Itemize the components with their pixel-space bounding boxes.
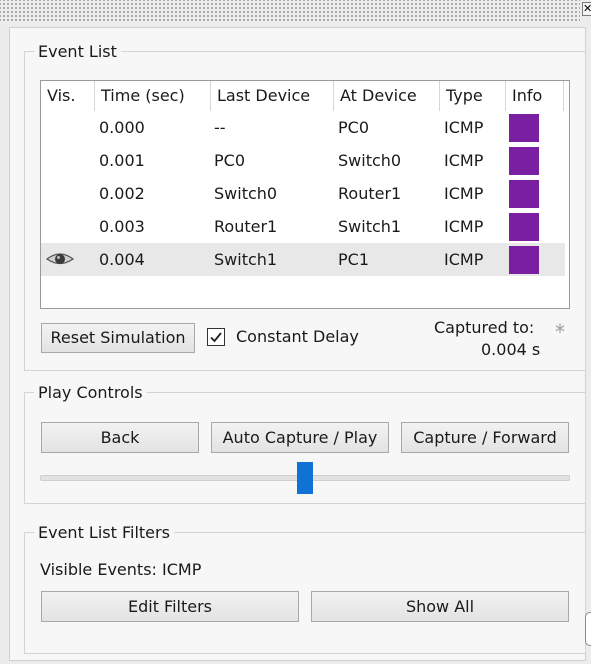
cell-last-device: -- bbox=[214, 118, 226, 137]
info-color-button[interactable] bbox=[509, 213, 539, 241]
auto-capture-play-button[interactable]: Auto Capture / Play bbox=[211, 422, 389, 453]
info-color-button[interactable] bbox=[509, 180, 539, 208]
info-color-button[interactable] bbox=[509, 147, 539, 175]
col-header-info[interactable]: Info bbox=[506, 81, 564, 111]
capture-forward-button[interactable]: Capture / Forward bbox=[401, 422, 569, 453]
table-row-selected[interactable]: 0.004 Switch1 PC1 ICMP bbox=[41, 243, 565, 276]
cell-type: ICMP bbox=[444, 184, 484, 203]
cell-at-device: PC0 bbox=[338, 118, 369, 137]
cell-at-device: Switch1 bbox=[338, 217, 402, 236]
info-color-button[interactable] bbox=[509, 114, 539, 142]
cell-last-device: Router1 bbox=[214, 217, 278, 236]
col-header-last-device[interactable]: Last Device bbox=[211, 81, 334, 111]
cell-last-device: PC0 bbox=[214, 151, 245, 170]
captured-to-label: Captured to: bbox=[434, 318, 535, 337]
visible-events-label: Visible Events: ICMP bbox=[40, 560, 202, 579]
cell-time: 0.000 bbox=[99, 118, 145, 137]
table-row[interactable]: 0.000 -- PC0 ICMP bbox=[41, 111, 565, 144]
reset-simulation-button[interactable]: Reset Simulation bbox=[41, 323, 195, 353]
cell-type: ICMP bbox=[444, 151, 484, 170]
cell-time: 0.003 bbox=[99, 217, 145, 236]
captured-to-value: 0.004 s bbox=[481, 340, 541, 359]
event-table[interactable]: Vis. Time (sec) Last Device At Device Ty… bbox=[40, 80, 570, 309]
scrollbar-edge[interactable] bbox=[585, 612, 591, 646]
col-header-type[interactable]: Type bbox=[440, 81, 506, 111]
eye-icon[interactable] bbox=[45, 249, 75, 269]
event-filters-title: Event List Filters bbox=[34, 523, 174, 542]
checkmark-icon bbox=[210, 332, 222, 343]
cell-last-device: Switch0 bbox=[214, 184, 278, 203]
cell-time: 0.002 bbox=[99, 184, 145, 203]
col-header-time[interactable]: Time (sec) bbox=[95, 81, 211, 111]
col-header-at-device[interactable]: At Device bbox=[334, 81, 440, 111]
panel-drag-grip[interactable] bbox=[0, 0, 580, 22]
cell-at-device: PC1 bbox=[338, 250, 369, 269]
cell-last-device: Switch1 bbox=[214, 250, 278, 269]
constant-delay-label[interactable]: Constant Delay bbox=[236, 327, 359, 346]
cell-time: 0.001 bbox=[99, 151, 145, 170]
cell-type: ICMP bbox=[444, 217, 484, 236]
table-row[interactable]: 0.001 PC0 Switch0 ICMP bbox=[41, 144, 565, 177]
cell-at-device: Switch0 bbox=[338, 151, 402, 170]
cell-type: ICMP bbox=[444, 118, 484, 137]
info-color-button[interactable] bbox=[509, 246, 539, 274]
table-row[interactable]: 0.002 Switch0 Router1 ICMP bbox=[41, 177, 565, 210]
play-controls-title: Play Controls bbox=[34, 383, 147, 402]
close-icon[interactable]: ✕ bbox=[582, 2, 591, 16]
cell-at-device: Router1 bbox=[338, 184, 402, 203]
asterisk-icon: * bbox=[555, 320, 565, 344]
cell-type: ICMP bbox=[444, 250, 484, 269]
col-header-vis[interactable]: Vis. bbox=[41, 81, 95, 111]
show-all-button[interactable]: Show All bbox=[311, 591, 569, 622]
back-button[interactable]: Back bbox=[41, 422, 199, 453]
event-list-title: Event List bbox=[34, 42, 121, 61]
play-speed-slider-thumb[interactable] bbox=[297, 462, 313, 494]
table-row[interactable]: 0.003 Router1 Switch1 ICMP bbox=[41, 210, 565, 243]
constant-delay-checkbox[interactable] bbox=[207, 328, 225, 346]
cell-time: 0.004 bbox=[99, 250, 145, 269]
edit-filters-button[interactable]: Edit Filters bbox=[41, 591, 299, 622]
